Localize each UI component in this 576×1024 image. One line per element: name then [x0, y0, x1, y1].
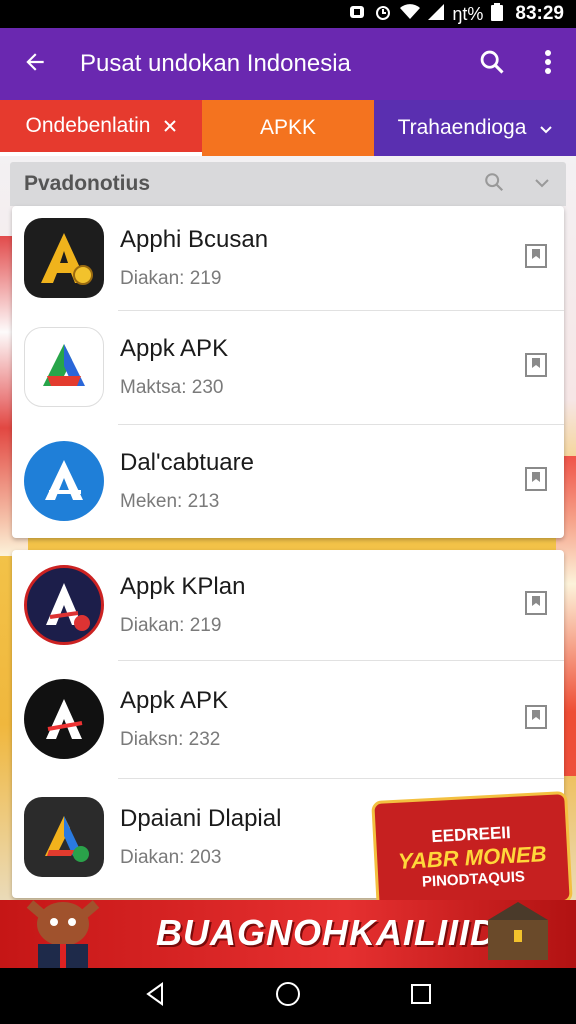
status-bar: ŋt% 83:29 [0, 0, 576, 28]
chevron-down-icon [540, 116, 553, 140]
page-title: Pusat undokan Indonesia [80, 50, 351, 77]
chevron-down-icon [534, 175, 550, 193]
section-search-button[interactable] [470, 171, 518, 198]
list-item[interactable]: Apphi Bcusan Diakan: 219 [12, 206, 564, 310]
bookmark-icon [524, 704, 548, 735]
app-meta: Maktsa: 230 [120, 377, 224, 398]
back-button[interactable] [0, 49, 70, 80]
app-black-a-icon [24, 679, 104, 759]
bookmark-icon [524, 352, 548, 383]
section-expand-button[interactable] [518, 175, 566, 193]
promo-badge[interactable]: EEDREEII YABR MONEB PINODTAQUIS [371, 790, 573, 914]
tab-label: Ondebenlatin [25, 114, 151, 137]
more-vertical-icon [544, 49, 552, 80]
app-list-card: Apphi Bcusan Diakan: 219 Appk APK Maktsa… [12, 206, 564, 538]
bookmark-icon [524, 590, 548, 621]
bookmark-button[interactable] [508, 352, 564, 383]
ad-banner[interactable]: BUAGNOHKAILIIID [0, 900, 576, 968]
tab-label: Trahaendioga [397, 116, 527, 139]
battery-icon [491, 3, 504, 25]
search-icon [483, 171, 505, 198]
signal-icon [428, 4, 445, 24]
app-dark-multicolor-icon [24, 797, 104, 877]
battery-text: ŋt% [452, 3, 484, 24]
search-button[interactable] [464, 48, 520, 81]
clock: 83:29 [515, 3, 564, 24]
mascot-image [8, 900, 118, 968]
app-name: Appk KPlan [120, 573, 246, 600]
bookmark-button[interactable] [508, 466, 564, 497]
treasure-chest-image [478, 900, 558, 968]
list-item[interactable]: Appk KPlan Diakan: 219 [12, 550, 564, 660]
tab-apkk[interactable]: APKK [202, 100, 374, 156]
navigation-bar [0, 968, 576, 1024]
more-options-button[interactable] [520, 49, 576, 80]
app-navy-a-icon [24, 565, 104, 645]
app-meta: Diaksn: 232 [120, 729, 221, 750]
back-nav-icon[interactable] [144, 981, 166, 1011]
recents-nav-icon[interactable] [410, 983, 432, 1010]
tab-ondebenlatin[interactable]: Ondebenlatin [0, 100, 202, 156]
app-meta: Diakan: 219 [120, 615, 222, 636]
notification-icon [348, 3, 366, 25]
app-meta: Meken: 213 [120, 491, 220, 512]
home-nav-icon[interactable] [275, 981, 301, 1012]
tab-trahaendioga[interactable]: Trahaendioga [374, 100, 576, 156]
app-name: Appk APK [120, 335, 229, 362]
section-title: Pvadonotius [24, 172, 151, 195]
tab-label: APKK [259, 116, 317, 139]
bookmark-icon [524, 466, 548, 497]
alarm-icon [374, 3, 392, 25]
close-icon[interactable] [164, 114, 177, 138]
tab-bar: Ondebenlatin APKK Trahaendioga [0, 100, 576, 156]
app-bar: Pusat undokan Indonesia [0, 28, 576, 100]
app-multicolor-a-icon [24, 327, 104, 407]
list-item[interactable]: Dal'cabtuare Meken: 213 [12, 424, 564, 538]
app-name: Appk APK [120, 687, 229, 714]
bookmark-button[interactable] [508, 243, 564, 274]
list-item[interactable]: Appk APK Diaksn: 232 [12, 660, 564, 778]
section-header: Pvadonotius [10, 162, 566, 206]
bookmark-button[interactable] [508, 704, 564, 735]
bookmark-button[interactable] [508, 590, 564, 621]
app-blue-a-icon [24, 441, 104, 521]
app-name: Dal'cabtuare [120, 449, 254, 476]
wifi-icon [400, 4, 421, 24]
list-item[interactable]: Appk APK Maktsa: 230 [12, 310, 564, 424]
search-icon [478, 48, 506, 81]
arrow-left-icon [22, 49, 48, 80]
ad-text: BUAGNOHKAILIIID [156, 912, 497, 953]
app-name: Apphi Bcusan [120, 226, 269, 253]
app-meta: Diakan: 219 [120, 268, 222, 289]
bookmark-icon [524, 243, 548, 274]
app-gold-a-icon [24, 218, 104, 298]
